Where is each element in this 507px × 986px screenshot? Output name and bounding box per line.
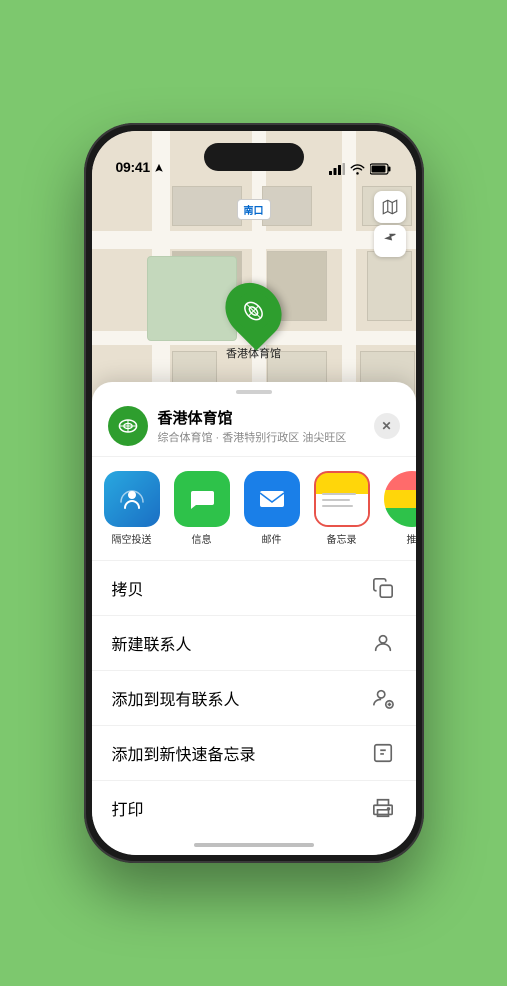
airdrop-label: 隔空投送	[112, 531, 152, 546]
quick-note-label: 添加到新快速备忘录	[112, 741, 256, 765]
copy-label: 拷贝	[112, 576, 144, 600]
map-icon	[381, 198, 399, 216]
map-controls[interactable]	[374, 191, 406, 257]
dynamic-island	[204, 143, 304, 171]
notes-lines	[322, 493, 362, 507]
share-more[interactable]: 推	[384, 471, 416, 546]
new-contact-icon	[370, 630, 396, 656]
messages-icon-bg	[174, 471, 230, 527]
battery-icon	[370, 163, 392, 175]
more-label: 推	[407, 531, 416, 546]
share-notes[interactable]: 备忘录	[314, 471, 370, 546]
home-indicator	[194, 843, 314, 847]
venue-name: 香港体育馆	[158, 407, 374, 428]
action-print[interactable]: 打印	[92, 781, 416, 835]
status-time: 09:41	[116, 159, 150, 175]
close-icon: ✕	[381, 419, 391, 433]
map-pin: 香港体育馆	[226, 281, 281, 361]
bottom-sheet: 香港体育馆 综合体育馆 · 香港特别行政区 油尖旺区 ✕	[92, 382, 416, 855]
new-contact-label: 新建联系人	[112, 631, 192, 655]
airdrop-icon	[104, 471, 160, 527]
add-existing-label: 添加到现有联系人	[112, 686, 240, 710]
share-airdrop[interactable]: 隔空投送	[104, 471, 160, 546]
print-label: 打印	[112, 796, 144, 820]
action-new-contact[interactable]: 新建联系人	[92, 616, 416, 671]
phone-frame: 09:41	[84, 123, 424, 863]
share-mail[interactable]: 邮件	[244, 471, 300, 546]
map-type-button[interactable]	[374, 191, 406, 223]
action-add-existing-contact[interactable]: 添加到现有联系人	[92, 671, 416, 726]
share-messages[interactable]: 信息	[174, 471, 230, 546]
compass-icon	[382, 233, 398, 249]
map-label-flag: 南口	[244, 206, 264, 217]
notes-icon-bg	[314, 471, 370, 527]
mail-label: 邮件	[262, 531, 282, 546]
add-existing-icon	[370, 685, 396, 711]
status-icons	[329, 163, 392, 175]
signal-icon	[329, 163, 345, 175]
venue-info: 香港体育馆 综合体育馆 · 香港特别行政区 油尖旺区	[158, 407, 374, 445]
messages-label: 信息	[192, 531, 212, 546]
stadium-icon	[235, 292, 273, 330]
venue-header: 香港体育馆 综合体育馆 · 香港特别行政区 油尖旺区 ✕	[92, 394, 416, 457]
pin-inner	[235, 292, 273, 330]
airdrop-symbol	[117, 484, 147, 514]
map-label: 南口	[237, 199, 271, 220]
action-list: 拷贝 新建联系人	[92, 561, 416, 835]
notes-label: 备忘录	[327, 531, 357, 546]
venue-icon	[108, 406, 148, 446]
wifi-icon	[350, 163, 365, 175]
close-button[interactable]: ✕	[374, 413, 400, 439]
location-button[interactable]	[374, 225, 406, 257]
location-arrow-icon	[154, 163, 164, 173]
quick-note-icon	[370, 740, 396, 766]
more-icon-bg	[384, 471, 416, 527]
copy-icon	[370, 575, 396, 601]
venue-stadium-icon	[116, 414, 140, 438]
mail-symbol	[256, 483, 288, 515]
print-icon	[370, 795, 396, 821]
share-row: 隔空投送 信息	[92, 457, 416, 561]
mail-icon-bg	[244, 471, 300, 527]
phone-screen: 09:41	[92, 131, 416, 855]
action-copy[interactable]: 拷贝	[92, 561, 416, 616]
messages-symbol	[186, 483, 218, 515]
action-add-quick-note[interactable]: 添加到新快速备忘录	[92, 726, 416, 781]
venue-subtitle: 综合体育馆 · 香港特别行政区 油尖旺区	[158, 429, 374, 445]
